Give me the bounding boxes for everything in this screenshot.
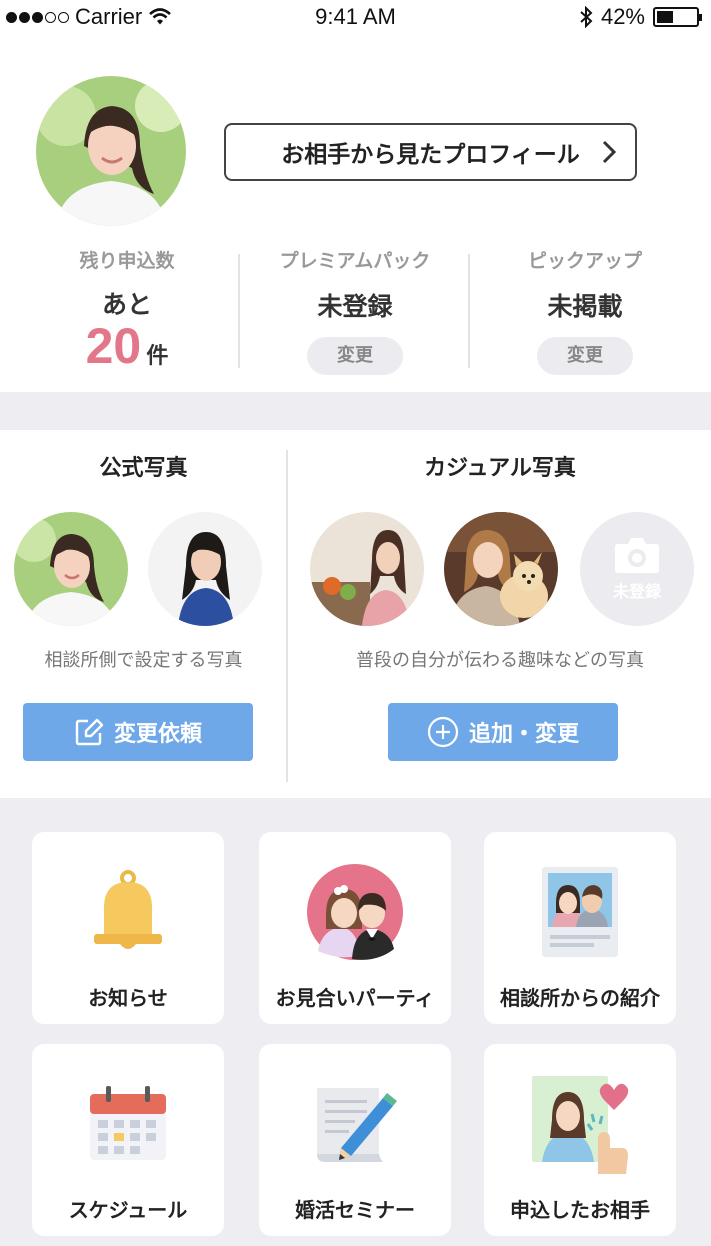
premium-pack: プレミアムパック 未登録 変更 [240, 246, 470, 375]
profile-avatar[interactable] [36, 76, 186, 226]
premium-pack-change-button[interactable]: 変更 [307, 337, 403, 375]
divider [286, 450, 288, 782]
request-change-label: 変更依頼 [113, 722, 202, 747]
tile-schedule[interactable]: スケジュール [32, 1044, 224, 1236]
tile-label: 申込したお相手 [510, 1198, 650, 1222]
edit-icon [75, 718, 104, 746]
remaining-count: 20 [85, 318, 142, 374]
bell-icon [94, 870, 162, 949]
tile-introductions[interactable]: 相談所からの紹介 [484, 832, 676, 1024]
pickup: ピックアップ 未掲載 変更 [470, 246, 700, 375]
battery-percent: 42% [600, 4, 645, 29]
tile-label: お見合いパーティ [275, 986, 435, 1010]
view-profile-label: お相手から見たプロフィール [281, 142, 580, 168]
couple-icon [307, 864, 403, 960]
tile-matchmaking-party[interactable]: お見合いパーティ [259, 832, 451, 1024]
tile-label: 相談所からの紹介 [500, 986, 660, 1010]
calendar-icon [90, 1086, 166, 1160]
casual-photo-1[interactable] [310, 512, 424, 626]
view-profile-button[interactable]: お相手から見たプロフィール [224, 123, 637, 181]
official-photo-caption: 相談所側で設定する写真 [44, 650, 243, 671]
pickup-value: 未掲載 [547, 292, 623, 321]
unregistered-label: 未登録 [612, 582, 661, 601]
casual-photo-title: カジュアル写真 [424, 456, 576, 481]
seminar-icon [317, 1088, 397, 1162]
stat-label: ピックアップ [527, 250, 642, 272]
chevron-right-icon [602, 140, 617, 164]
official-photo-title: 公式写真 [99, 456, 188, 481]
stat-prefix: あと [101, 290, 152, 319]
premium-pack-value: 未登録 [317, 292, 393, 321]
add-change-label: 追加・変更 [468, 722, 579, 747]
stat-label: 残り申込数 [79, 250, 175, 272]
camera-icon [615, 538, 659, 573]
official-photo-2[interactable] [148, 512, 262, 626]
tile-label: お知らせ [88, 986, 168, 1010]
pickup-change-button[interactable]: 変更 [537, 337, 633, 375]
tile-applied-partners[interactable]: 申込したお相手 [484, 1044, 676, 1236]
applied-partner-icon [532, 1076, 629, 1174]
count-unit: 件 [146, 344, 169, 369]
bluetooth-icon [580, 6, 593, 28]
plus-circle-icon [427, 716, 459, 748]
introduction-icon [542, 867, 618, 957]
stat-label: プレミアムパック [279, 250, 431, 272]
tile-notifications[interactable]: お知らせ [32, 832, 224, 1024]
casual-photo-2[interactable] [444, 512, 558, 626]
battery-icon [653, 7, 702, 27]
casual-photo-caption: 普段の自分が伝わる趣味などの写真 [356, 650, 644, 671]
profile-summary: お相手から見たプロフィール 残り申込数 あと 20 件 プレミアムパック 未登録… [0, 36, 711, 392]
casual-photo-unregistered[interactable]: 未登録 [580, 512, 694, 626]
add-change-button[interactable]: 追加・変更 [388, 703, 618, 761]
photos-section: 公式写真 カジュアル写真 未登録 相談所側で設定する写真 普段の自分が伝わる趣味… [0, 430, 711, 798]
tile-label: 婚活セミナー [295, 1198, 415, 1222]
remaining-applications: 残り申込数 あと 20 件 [12, 246, 242, 375]
request-change-button[interactable]: 変更依頼 [23, 703, 253, 761]
status-bar: Carrier 9:41 AM 42% [0, 0, 711, 36]
tile-label: スケジュール [68, 1198, 188, 1222]
tile-seminar[interactable]: 婚活セミナー [259, 1044, 451, 1236]
official-photo-1[interactable] [14, 512, 128, 626]
